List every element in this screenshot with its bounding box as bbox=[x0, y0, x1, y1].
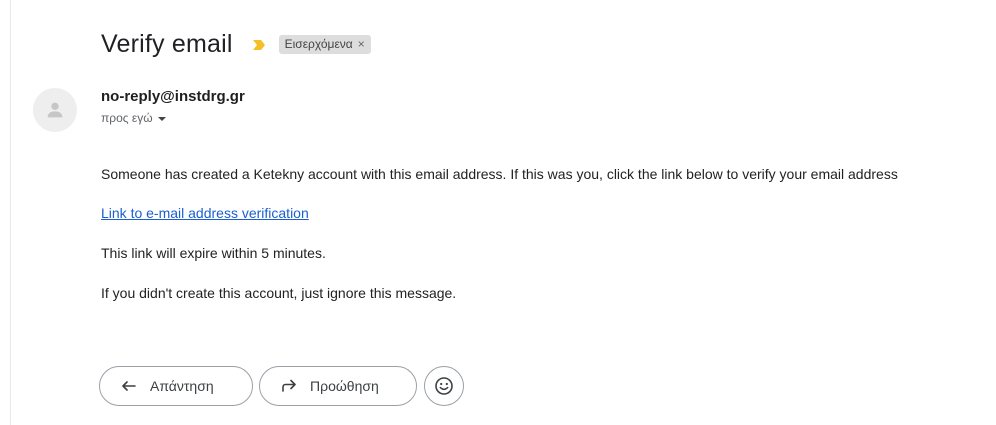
label-chip: Εισερχόμενα × bbox=[278, 35, 371, 54]
left-divider bbox=[10, 0, 11, 425]
forward-arrow-icon bbox=[280, 377, 298, 395]
body-paragraph-3: If you didn't create this account, just … bbox=[101, 285, 457, 301]
verification-link[interactable]: Link to e-mail address verification bbox=[101, 205, 309, 221]
reply-label: Απάντηση bbox=[150, 378, 214, 394]
recipient-text: προς εγώ bbox=[101, 111, 153, 125]
recipient-line[interactable]: προς εγώ bbox=[101, 111, 166, 125]
emoji-reaction-button[interactable] bbox=[424, 366, 464, 406]
smiley-icon bbox=[435, 377, 453, 395]
body-paragraph-1: Someone has created a Ketekny account wi… bbox=[101, 166, 898, 182]
caret-down-icon[interactable] bbox=[157, 116, 166, 121]
forward-label: Προώθηση bbox=[310, 378, 379, 394]
reply-arrow-icon bbox=[120, 377, 138, 395]
forward-button[interactable]: Προώθηση bbox=[259, 366, 417, 406]
person-icon bbox=[47, 102, 63, 118]
body-paragraph-2: This link will expire within 5 minutes. bbox=[101, 245, 326, 261]
importance-marker-icon[interactable] bbox=[251, 37, 267, 53]
reply-button[interactable]: Απάντηση bbox=[99, 366, 253, 406]
sender-address: no-reply@instdrg.gr bbox=[101, 88, 245, 105]
label-chip-text: Εισερχόμενα bbox=[284, 37, 353, 51]
email-header: Verify email Εισερχόμενα × bbox=[101, 30, 371, 59]
avatar bbox=[33, 88, 77, 132]
remove-label-icon[interactable]: × bbox=[358, 37, 365, 51]
email-subject: Verify email bbox=[101, 30, 233, 58]
